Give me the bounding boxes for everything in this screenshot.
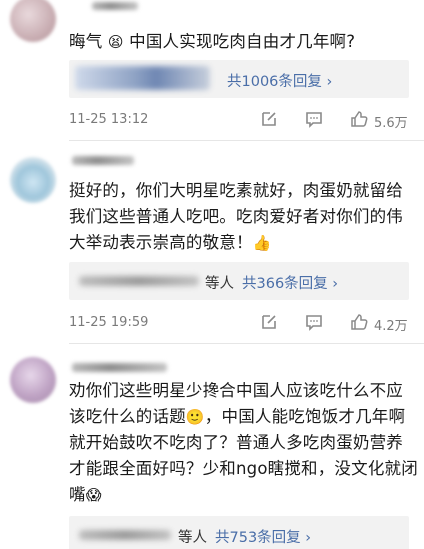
timestamp: 11-25 19:59 — [69, 315, 149, 330]
like-count: 5.6万 — [374, 116, 408, 131]
reply-users-suffix: 等人 — [178, 530, 207, 546]
view-replies-link[interactable]: 共1006条回复 › — [227, 70, 332, 91]
reply-users-blurred — [79, 276, 199, 286]
comment-text: 劝你们这些明星少搀合中国人应该吃什么不应该吃什么的话题🙂，中国人能吃饱饭才几年啊… — [69, 378, 419, 508]
comment-text: 晦气 😫 中国人实现吃肉自由才几年啊? — [69, 29, 419, 55]
avatar[interactable] — [10, 0, 56, 42]
thumbs-up-icon[interactable] — [350, 110, 368, 128]
reply-users-suffix: 等人 — [205, 276, 234, 292]
divider — [69, 343, 424, 344]
thumbs-up-emoji: 👍 — [252, 234, 272, 252]
edit-icon[interactable] — [260, 313, 278, 331]
username-blurred[interactable] — [72, 156, 134, 165]
view-replies-link[interactable]: 共366条回复 › — [242, 272, 338, 293]
scream-emoji: 😱 — [85, 486, 102, 504]
username-blurred[interactable] — [72, 363, 167, 372]
view-replies-link[interactable]: 共753条回复 › — [215, 526, 311, 547]
comment-text: 挺好的，你们大明星吃素就好，肉蛋奶就留给我们这些普通人吃吧。吃肉爱好者对你们的伟… — [69, 178, 419, 256]
reply-box[interactable]: 共1006条回复 › — [69, 60, 409, 98]
emoji: 😫 — [107, 33, 124, 51]
comment-meta: 11-25 19:59 4.2万 — [69, 313, 414, 334]
comment-icon[interactable] — [305, 313, 323, 331]
comment-meta: 11-25 13:12 5.6万 — [69, 110, 414, 131]
reply-box[interactable]: 等人 共366条回复 › — [69, 262, 409, 300]
reply-users-blurred — [79, 530, 171, 540]
username-blurred[interactable] — [92, 2, 138, 10]
avatar[interactable] — [10, 157, 56, 203]
reply-users-blurred — [75, 66, 210, 90]
comment-icon[interactable] — [305, 110, 323, 128]
like-count: 4.2万 — [374, 319, 408, 334]
edit-icon[interactable] — [260, 110, 278, 128]
smile-emoji: 🙂 — [185, 408, 205, 426]
timestamp: 11-25 13:12 — [69, 112, 149, 127]
thumbs-up-icon[interactable] — [350, 313, 368, 331]
avatar[interactable] — [10, 357, 56, 403]
divider — [69, 140, 424, 141]
reply-box[interactable]: 等人 共753条回复 › — [69, 516, 409, 549]
